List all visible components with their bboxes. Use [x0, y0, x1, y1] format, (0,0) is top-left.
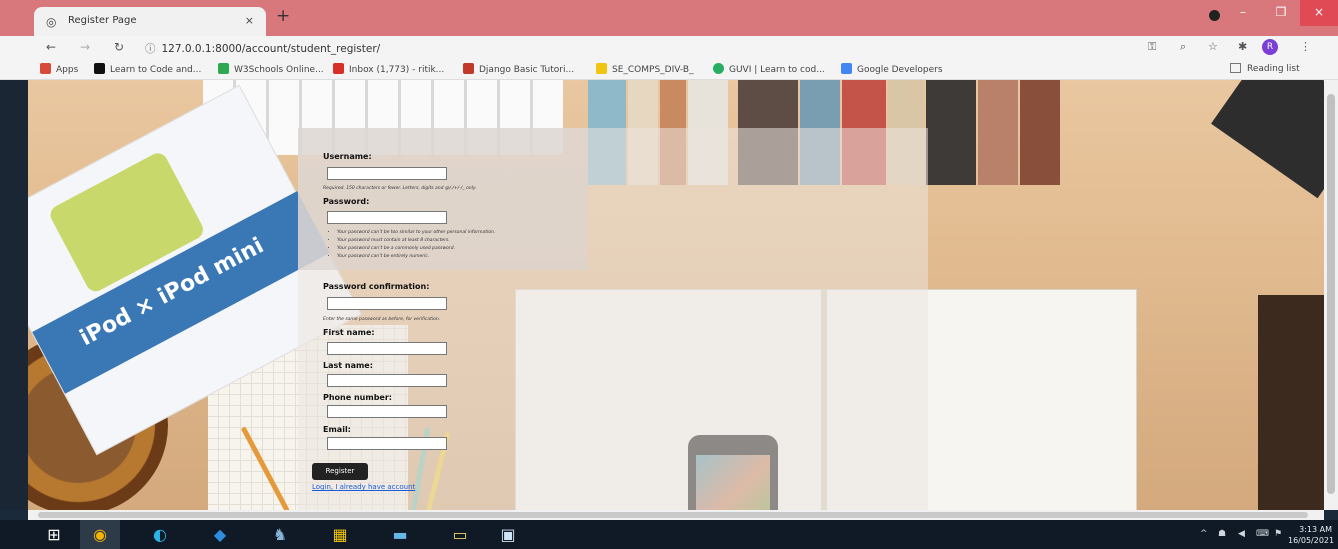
first-name-label: First name: — [323, 328, 375, 337]
django-icon — [463, 63, 474, 74]
classroom-icon — [596, 63, 607, 74]
password-confirmation-input[interactable] — [327, 297, 447, 310]
vscode-taskbar-icon[interactable]: ◆ — [200, 520, 240, 549]
w3schools-icon — [218, 63, 229, 74]
tab-title: Register Page — [68, 15, 137, 26]
url-field[interactable]: ⓘ 127.0.0.1:8000/account/student_register… — [145, 41, 380, 56]
email-label: Email: — [323, 425, 351, 434]
tray-network-icon[interactable]: ☗ — [1218, 529, 1226, 539]
back-arrow-icon[interactable]: ← — [46, 40, 56, 54]
edge-taskbar-icon[interactable]: ◐ — [140, 520, 180, 549]
bookmark-guvi[interactable]: GUVI | Learn to cod... — [713, 63, 825, 75]
vertical-scrollbar[interactable] — [1324, 80, 1338, 510]
background-tablet — [1211, 80, 1324, 199]
taskbar-clock[interactable]: 3:13 AM 16/05/2021 — [1288, 524, 1335, 546]
bookmark-django[interactable]: Django Basic Tutori... — [463, 63, 574, 75]
tray-flag-icon[interactable]: ⚑ — [1274, 529, 1282, 539]
password-help-list: Your password can’t be too similar to yo… — [329, 230, 495, 262]
bookmark-freecodecamp[interactable]: Learn to Code and... — [94, 63, 201, 75]
calculator-taskbar-icon[interactable]: ▣ — [488, 520, 528, 549]
username-help-text: Required. 150 characters or fewer. Lette… — [323, 186, 477, 191]
browser-tab[interactable]: ◎ Register Page × — [34, 7, 266, 36]
left-desktop-edge — [0, 80, 28, 510]
bookmark-google-developers[interactable]: Google Developers — [841, 63, 943, 75]
site-info-icon[interactable]: ⓘ — [145, 43, 156, 55]
register-button[interactable]: Register — [312, 463, 368, 480]
vertical-scrollbar-thumb[interactable] — [1327, 94, 1335, 494]
file-explorer-taskbar-icon[interactable]: ▭ — [440, 520, 480, 549]
close-window-button[interactable]: × — [1300, 0, 1338, 26]
apps-grid-icon — [40, 63, 51, 74]
last-name-label: Last name: — [323, 361, 373, 370]
phone-number-input[interactable] — [327, 405, 447, 418]
password-confirmation-label: Password confirmation: — [323, 282, 430, 291]
clock-date: 16/05/2021 — [1288, 536, 1335, 545]
globe-icon: ◎ — [46, 15, 57, 29]
tab-strip: ◎ Register Page × + – ❐ × — [0, 0, 1338, 36]
password-label: Password: — [323, 197, 370, 206]
password-help-item: Your password can’t be too similar to yo… — [337, 230, 495, 235]
clock-time: 3:13 AM — [1299, 525, 1332, 534]
tray-keyboard-icon[interactable]: ⌨ — [1256, 529, 1269, 539]
background-dark-object — [1258, 295, 1324, 510]
tray-chevron-icon[interactable]: ^ — [1200, 529, 1208, 539]
reload-icon[interactable]: ↻ — [114, 40, 124, 54]
email-input[interactable] — [327, 437, 447, 450]
bookmark-se-comps[interactable]: SE_COMPS_DIV-B_ — [596, 63, 694, 75]
password-help-item: Your password must contain at least 8 ch… — [337, 238, 495, 243]
password-confirmation-help-text: Enter the same password as before, for v… — [323, 317, 441, 322]
horizontal-scrollbar[interactable] — [28, 510, 1324, 520]
guvi-icon — [713, 63, 724, 74]
windows-start-icon[interactable]: ⊞ — [34, 520, 74, 549]
last-name-input[interactable] — [327, 374, 447, 387]
menu-kebab-icon[interactable]: ⋮ — [1300, 40, 1311, 53]
photos-taskbar-icon[interactable]: ▬ — [380, 520, 420, 549]
close-tab-icon[interactable]: × — [245, 14, 254, 27]
bookmark-apps[interactable]: Apps — [40, 63, 78, 75]
star-icon[interactable]: ☆ — [1208, 40, 1218, 53]
windows-taskbar: ⊞ ◉ ◐ ◆ ♞ ▦ ▬ ▭ ▣ ^ ☗ ◀ ⌨ ⚑ 3:13 AM 16/0… — [0, 520, 1338, 549]
reading-list-icon — [1230, 63, 1241, 73]
phone-number-label: Phone number: — [323, 393, 392, 402]
freecodecamp-icon — [94, 63, 105, 74]
password-help-item: Your password can’t be entirely numeric. — [337, 254, 495, 259]
url-text: 127.0.0.1:8000/account/student_register/ — [161, 43, 381, 55]
window-controls: – ❐ × — [1209, 0, 1338, 30]
app-taskbar-icon[interactable]: ▦ — [320, 520, 360, 549]
chrome-taskbar-icon[interactable]: ◉ — [80, 520, 120, 549]
horizontal-scrollbar-thumb[interactable] — [38, 512, 1308, 518]
username-label: Username: — [323, 152, 372, 161]
zoom-icon[interactable]: ⌕ — [1180, 40, 1186, 54]
profile-avatar[interactable]: R — [1262, 39, 1278, 55]
forward-arrow-icon[interactable]: → — [80, 40, 90, 54]
extensions-icon[interactable]: ✱ — [1238, 40, 1247, 53]
password-help-item: Your password can’t be a commonly used p… — [337, 246, 495, 251]
minimize-button[interactable]: – — [1224, 0, 1262, 26]
password-input[interactable] — [327, 211, 447, 224]
bookmarks-bar: Apps Learn to Code and... W3Schools Onli… — [0, 58, 1338, 80]
first-name-input[interactable] — [327, 342, 447, 355]
username-input[interactable] — [327, 167, 447, 180]
key-icon[interactable]: ⚿ — [1148, 40, 1156, 54]
login-link[interactable]: Login, I already have account — [312, 483, 415, 491]
page-viewport: iPod × iPod mini Username: Required. 150… — [28, 80, 1324, 510]
incognito-icon — [1209, 10, 1220, 21]
new-tab-button[interactable]: + — [276, 6, 290, 26]
gmail-icon — [333, 63, 344, 74]
tray-volume-icon[interactable]: ◀ — [1238, 529, 1245, 539]
bookmark-gmail[interactable]: Inbox (1,773) - ritik... — [333, 63, 444, 75]
restore-button[interactable]: ❐ — [1262, 0, 1300, 26]
address-bar-row: ← → ↻ ⓘ 127.0.0.1:8000/account/student_re… — [0, 36, 1338, 58]
bookmark-w3schools[interactable]: W3Schools Online... — [218, 63, 324, 75]
google-developers-icon — [841, 63, 852, 74]
reading-list-button[interactable]: Reading list — [1230, 63, 1300, 74]
postgres-taskbar-icon[interactable]: ♞ — [260, 520, 300, 549]
